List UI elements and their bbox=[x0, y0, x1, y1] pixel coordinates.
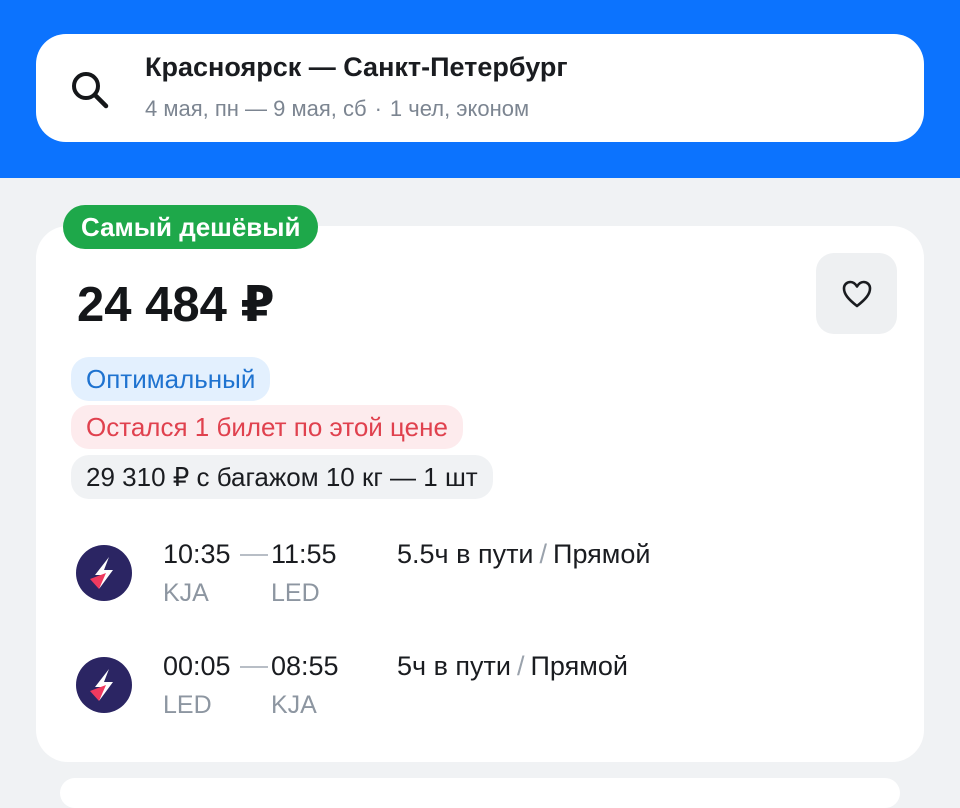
search-summary-box[interactable] bbox=[36, 34, 924, 142]
ticket-price: 24 484 ₽ bbox=[77, 278, 275, 332]
trip-dates: 4 мая, пн — 9 мая, сб bbox=[145, 96, 367, 121]
departure-time: 10:35 bbox=[163, 539, 231, 569]
route-details: 4 мая, пн — 9 мая, сб · 1 чел, эконом bbox=[145, 96, 529, 122]
arrival-time: 08:55 bbox=[271, 651, 339, 681]
time-separator bbox=[240, 554, 268, 556]
stops-text: Прямой bbox=[553, 539, 651, 569]
search-icon[interactable] bbox=[68, 68, 112, 112]
departure-airport-code: LED bbox=[163, 691, 212, 719]
optimal-tag: Оптимальный bbox=[71, 357, 271, 401]
route-title[interactable]: Красноярск — Санкт-Петербург bbox=[145, 52, 568, 83]
arrival-time: 11:55 bbox=[271, 539, 337, 569]
passengers-class: 1 чел, эконом bbox=[389, 96, 530, 121]
favorite-button[interactable] bbox=[816, 253, 897, 334]
departure-time: 00:05 bbox=[163, 651, 231, 681]
departure-airport-code: KJA bbox=[163, 579, 209, 607]
time-separator bbox=[240, 666, 268, 668]
flight-duration: 5ч в пути / Прямой bbox=[397, 651, 628, 681]
heart-icon bbox=[842, 280, 871, 307]
airline-logo-icon bbox=[76, 657, 132, 713]
arrival-airport-code: LED bbox=[271, 579, 320, 607]
duration-text: 5ч в пути bbox=[397, 651, 511, 681]
arrival-airport-code: KJA bbox=[271, 691, 317, 719]
next-ticket-card[interactable] bbox=[60, 778, 900, 808]
airline-logo-icon bbox=[76, 545, 132, 601]
flight-duration: 5.5ч в пути / Прямой bbox=[397, 539, 651, 569]
cheapest-badge: Самый дешёвый bbox=[63, 205, 319, 249]
baggage-price-tag[interactable]: 29 310 ₽ с багажом 10 кг — 1 шт bbox=[71, 455, 493, 499]
separator-dot: · bbox=[374, 96, 382, 121]
last-ticket-tag: Остался 1 билет по этой цене bbox=[71, 405, 463, 449]
stops-text: Прямой bbox=[530, 651, 628, 681]
duration-text: 5.5ч в пути bbox=[397, 539, 534, 569]
